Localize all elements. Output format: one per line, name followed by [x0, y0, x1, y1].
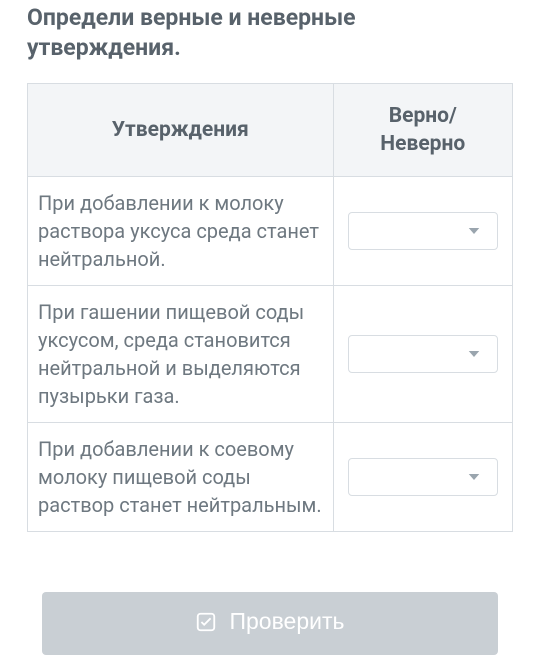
- check-button[interactable]: Проверить: [42, 592, 498, 655]
- table-row: При добавлении к молоку раствора уксуса …: [28, 177, 513, 286]
- chevron-down-icon: [465, 222, 483, 240]
- statement-text: При добавлении к соевому молоку пищевой …: [28, 423, 334, 532]
- col-header-truefalse-l1: Верно/: [389, 104, 457, 128]
- statements-table: Утверждения Верно/ Неверно При добавлени…: [27, 83, 513, 533]
- table-row: При добавлении к соевому молоку пищевой …: [28, 423, 513, 532]
- statement-text: При добавлении к молоку раствора уксуса …: [28, 177, 334, 286]
- chevron-down-icon: [465, 468, 483, 486]
- table-row: При гашении пищевой соды уксусом, среда …: [28, 286, 513, 423]
- task-heading: Определи верные и неверные утверждения.: [27, 0, 513, 63]
- col-header-truefalse: Верно/ Неверно: [333, 83, 512, 177]
- check-button-label: Проверить: [229, 608, 344, 635]
- statement-text: При гашении пищевой соды уксусом, среда …: [28, 286, 334, 423]
- check-icon: [195, 611, 217, 633]
- col-header-statement: Утверждения: [28, 83, 334, 177]
- col-header-truefalse-l2: Неверно: [380, 132, 465, 156]
- truefalse-select[interactable]: [348, 335, 498, 373]
- chevron-down-icon: [465, 345, 483, 363]
- truefalse-select[interactable]: [348, 212, 498, 250]
- truefalse-select[interactable]: [348, 458, 498, 496]
